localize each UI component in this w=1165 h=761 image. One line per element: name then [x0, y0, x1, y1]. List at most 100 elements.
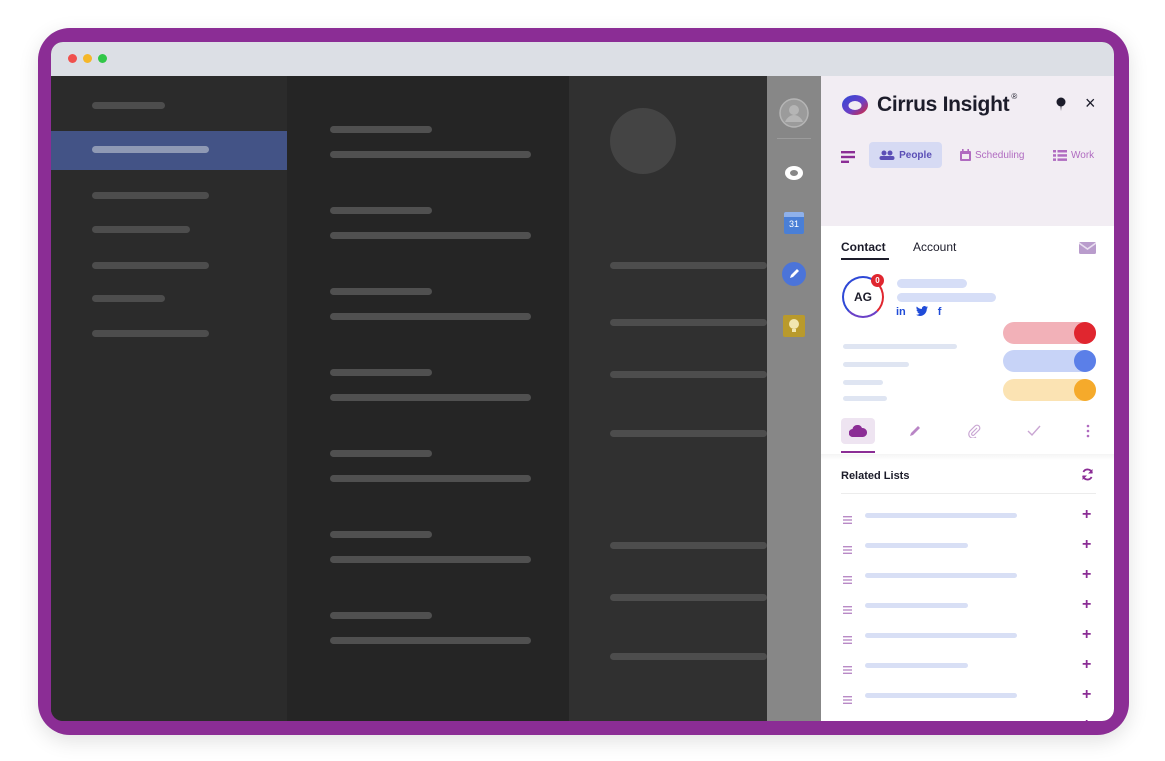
folder-item[interactable] [92, 262, 209, 269]
text-line [610, 319, 767, 326]
related-lists-title: Related Lists [841, 470, 910, 482]
section-divider [821, 454, 1114, 460]
related-list-item[interactable]: + [821, 685, 1114, 705]
tab-work-label: Work [1071, 149, 1095, 161]
close-panel-button[interactable]: × [1085, 93, 1096, 113]
text-line [610, 542, 767, 549]
text-line [610, 262, 767, 269]
menu-icon[interactable] [841, 150, 855, 168]
title-bar [51, 42, 1114, 76]
folder-item[interactable] [92, 226, 190, 233]
add-record-button[interactable]: + [1082, 595, 1091, 615]
task-check-icon[interactable] [1027, 424, 1041, 442]
tab-contact[interactable]: Contact [841, 240, 886, 254]
more-options-icon[interactable] [1086, 424, 1090, 443]
related-list-item[interactable]: + [821, 595, 1114, 615]
facebook-icon[interactable]: f [938, 306, 942, 319]
text-line [610, 430, 767, 437]
related-list-item[interactable]: + [821, 625, 1114, 645]
minimize-window-dot[interactable] [83, 54, 92, 63]
close-window-dot[interactable] [68, 54, 77, 63]
people-icon [879, 150, 895, 160]
related-list-item[interactable]: + [821, 535, 1114, 555]
list-label-placeholder [865, 543, 968, 548]
cirrus-addin-icon[interactable] [779, 158, 809, 188]
list-icon [1053, 149, 1067, 161]
edit-icon[interactable] [908, 424, 922, 443]
attachment-icon[interactable] [967, 424, 981, 443]
twitter-icon[interactable] [915, 306, 928, 319]
list-drag-icon [843, 661, 852, 679]
salesforce-cloud-icon[interactable] [841, 418, 875, 444]
idea-addin-icon[interactable] [779, 311, 809, 341]
edit-addin-icon[interactable] [779, 259, 809, 289]
brand-name: Cirrus Insight [877, 93, 1010, 116]
reading-pane [569, 76, 767, 721]
tab-account[interactable]: Account [913, 240, 956, 254]
list-label-placeholder [865, 663, 968, 668]
list-drag-icon [843, 571, 852, 589]
cirrus-panel: Cirrus Insight ® × People Scheduling Wor… [821, 76, 1114, 721]
folder-item[interactable] [92, 102, 165, 109]
cirrus-logo-icon [842, 95, 868, 115]
related-lists-separator [841, 493, 1096, 494]
related-list-item[interactable]: + [821, 505, 1114, 525]
add-record-button[interactable]: + [1082, 685, 1091, 705]
list-label-placeholder [865, 633, 1017, 638]
folder-item[interactable] [92, 192, 209, 199]
status-toggle-orange[interactable] [1003, 379, 1096, 401]
tab-work[interactable]: Work [1053, 142, 1094, 168]
add-record-button[interactable]: + [1082, 565, 1091, 585]
addin-rail: 31 [767, 76, 821, 721]
text-line [610, 371, 767, 378]
related-list-item[interactable]: + [821, 655, 1114, 675]
maximize-window-dot[interactable] [98, 54, 107, 63]
add-record-button[interactable]: + [1082, 505, 1091, 525]
status-toggle-red[interactable] [1003, 322, 1096, 344]
list-drag-icon [843, 601, 852, 619]
related-list-item[interactable]: + [821, 715, 1114, 721]
tab-people-label: People [899, 149, 932, 161]
tab-contact-underline [841, 258, 889, 260]
field-placeholder [843, 344, 957, 349]
social-links: in f [896, 306, 941, 319]
folder-item[interactable] [92, 330, 209, 337]
panel-tabs: People Scheduling Work [821, 142, 1114, 170]
list-drag-icon [843, 511, 852, 529]
folder-item[interactable] [92, 295, 165, 302]
list-drag-icon [843, 631, 852, 649]
add-record-button[interactable]: + [1082, 625, 1091, 645]
calendar-addin-icon[interactable]: 31 [779, 208, 809, 238]
tab-people[interactable]: People [869, 142, 942, 168]
tab-scheduling[interactable]: Scheduling [960, 142, 1024, 168]
list-label-placeholder [865, 573, 1017, 578]
text-line [610, 594, 767, 601]
contact-title-placeholder [897, 293, 996, 302]
message-list [287, 76, 569, 721]
app-window: 31 Cirrus Insight ® × People Scheduling … [51, 42, 1114, 721]
list-label-placeholder [865, 513, 1017, 518]
calendar-day: 31 [788, 219, 799, 229]
refresh-icon[interactable] [1081, 468, 1094, 486]
profile-icon[interactable] [779, 98, 809, 128]
tab-scheduling-label: Scheduling [975, 149, 1025, 161]
field-placeholder [843, 396, 887, 401]
linkedin-icon[interactable]: in [896, 306, 906, 319]
folder-sidebar [51, 76, 287, 721]
record-actions [821, 416, 1114, 453]
add-record-button[interactable]: + [1082, 655, 1091, 675]
field-placeholder [843, 362, 909, 367]
calendar-icon [960, 149, 971, 161]
add-record-button[interactable]: + [1082, 715, 1091, 721]
list-drag-icon [843, 691, 852, 709]
status-toggle-blue[interactable] [1003, 350, 1096, 372]
brand: Cirrus Insight ® [841, 92, 1017, 117]
related-list-item[interactable]: + [821, 565, 1114, 585]
mail-icon[interactable] [1078, 241, 1097, 259]
panel-header: Cirrus Insight ® × People Scheduling Wor… [821, 76, 1114, 226]
pin-icon[interactable] [1054, 96, 1068, 117]
active-action-underline [841, 451, 875, 453]
add-record-button[interactable]: + [1082, 535, 1091, 555]
text-line [610, 653, 767, 660]
list-label-placeholder [865, 693, 1017, 698]
